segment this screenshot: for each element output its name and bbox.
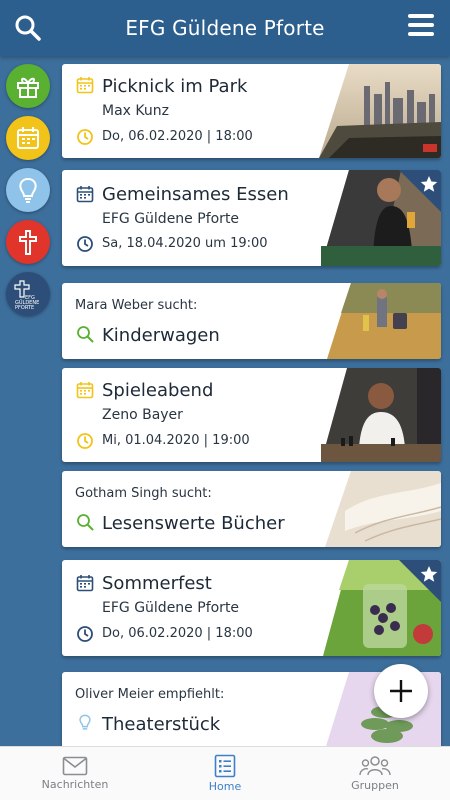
nav-label: Nachrichten bbox=[41, 778, 109, 791]
search-card[interactable]: Mara Weber sucht: Kinderwagen bbox=[62, 283, 441, 359]
event-organizer: Max Kunz bbox=[102, 103, 169, 119]
nav-label: Gruppen bbox=[351, 779, 399, 792]
search-title: Lesenswerte Bücher bbox=[102, 513, 285, 534]
event-card[interactable]: Sommerfest EFG Güldene Pforte Do, 06.02.… bbox=[62, 560, 441, 656]
calendar-icon bbox=[76, 575, 94, 592]
star-icon bbox=[399, 560, 441, 602]
clock-icon bbox=[77, 433, 93, 449]
event-title: Gemeinsames Essen bbox=[102, 184, 289, 205]
clock-icon bbox=[77, 129, 93, 145]
bottom-navigation: Nachrichten Home Gruppen bbox=[0, 746, 450, 800]
list-icon bbox=[214, 754, 236, 778]
calendar-icon bbox=[76, 77, 94, 94]
clock-icon bbox=[77, 626, 93, 642]
plus-icon bbox=[390, 680, 412, 702]
nav-home[interactable]: Home bbox=[150, 747, 300, 800]
event-organizer: EFG Güldene Pforte bbox=[102, 600, 240, 616]
action-verb: empfiehlt: bbox=[157, 687, 225, 702]
app-title: EFG Güldene Pforte bbox=[125, 16, 325, 40]
event-card[interactable]: Spieleabend Zeno Bayer Mi, 01.04.2020 | … bbox=[62, 368, 441, 462]
search-title: Kinderwagen bbox=[102, 325, 220, 346]
event-image bbox=[321, 368, 441, 462]
gift-icon bbox=[17, 77, 39, 98]
event-date: Do, 06.02.2020 | 18:00 bbox=[102, 129, 253, 144]
sidebar-item-group[interactable]: EFG GÜLDENE PFORTE bbox=[6, 272, 50, 316]
envelope-icon bbox=[62, 756, 88, 776]
search-card[interactable]: Gotham Singh sucht: Lesenswerte Bücher bbox=[62, 471, 441, 547]
search-icon[interactable] bbox=[14, 14, 42, 42]
group-logo-icon: EFG GÜLDENE PFORTE bbox=[14, 280, 39, 309]
event-image bbox=[319, 64, 441, 158]
add-button[interactable] bbox=[374, 664, 428, 718]
sidebar-item-recommendations[interactable] bbox=[6, 168, 50, 212]
cross-icon bbox=[19, 230, 37, 255]
nav-label: Home bbox=[208, 780, 242, 793]
svg-text:PFORTE: PFORTE bbox=[15, 305, 34, 309]
hamburger-menu-icon[interactable] bbox=[408, 14, 434, 38]
action-verb: sucht: bbox=[157, 298, 198, 313]
app-bar: EFG Güldene Pforte bbox=[0, 0, 450, 56]
person-name: Oliver Meier bbox=[75, 687, 154, 702]
event-date: Sa, 18.04.2020 um 19:00 bbox=[102, 236, 268, 251]
search-image bbox=[327, 283, 441, 359]
event-date: Mi, 01.04.2020 | 19:00 bbox=[102, 433, 250, 448]
person-name: Gotham Singh bbox=[75, 486, 168, 501]
event-title: Spieleabend bbox=[102, 380, 214, 401]
event-card[interactable]: Gemeinsames Essen EFG Güldene Pforte Sa,… bbox=[62, 170, 441, 266]
calendar-icon bbox=[76, 186, 94, 203]
clock-icon bbox=[77, 236, 93, 252]
search-icon bbox=[77, 326, 94, 343]
event-organizer: Zeno Bayer bbox=[102, 407, 183, 423]
event-organizer: EFG Güldene Pforte bbox=[102, 211, 240, 227]
calendar-icon bbox=[17, 127, 39, 149]
event-card[interactable]: Picknick im Park Max Kunz Do, 06.02.2020… bbox=[62, 64, 441, 158]
action-verb: sucht: bbox=[171, 486, 212, 501]
sidebar-item-faith[interactable] bbox=[6, 220, 50, 264]
sidebar-item-events[interactable] bbox=[6, 116, 50, 160]
event-title: Sommerfest bbox=[102, 573, 212, 594]
search-image bbox=[325, 471, 441, 547]
person-name: Mara Weber bbox=[75, 298, 154, 313]
nav-messages[interactable]: Nachrichten bbox=[0, 747, 150, 800]
sidebar-item-gifts[interactable] bbox=[6, 64, 50, 108]
lightbulb-icon bbox=[19, 177, 37, 203]
event-date: Do, 06.02.2020 | 18:00 bbox=[102, 626, 253, 641]
people-icon bbox=[359, 756, 391, 776]
star-icon bbox=[399, 170, 441, 212]
recommendation-title: Theaterstück bbox=[102, 714, 221, 735]
nav-groups[interactable]: Gruppen bbox=[300, 747, 450, 800]
event-title: Picknick im Park bbox=[102, 76, 248, 97]
lightbulb-icon bbox=[79, 714, 91, 730]
calendar-icon bbox=[76, 382, 94, 399]
search-icon bbox=[77, 514, 94, 531]
